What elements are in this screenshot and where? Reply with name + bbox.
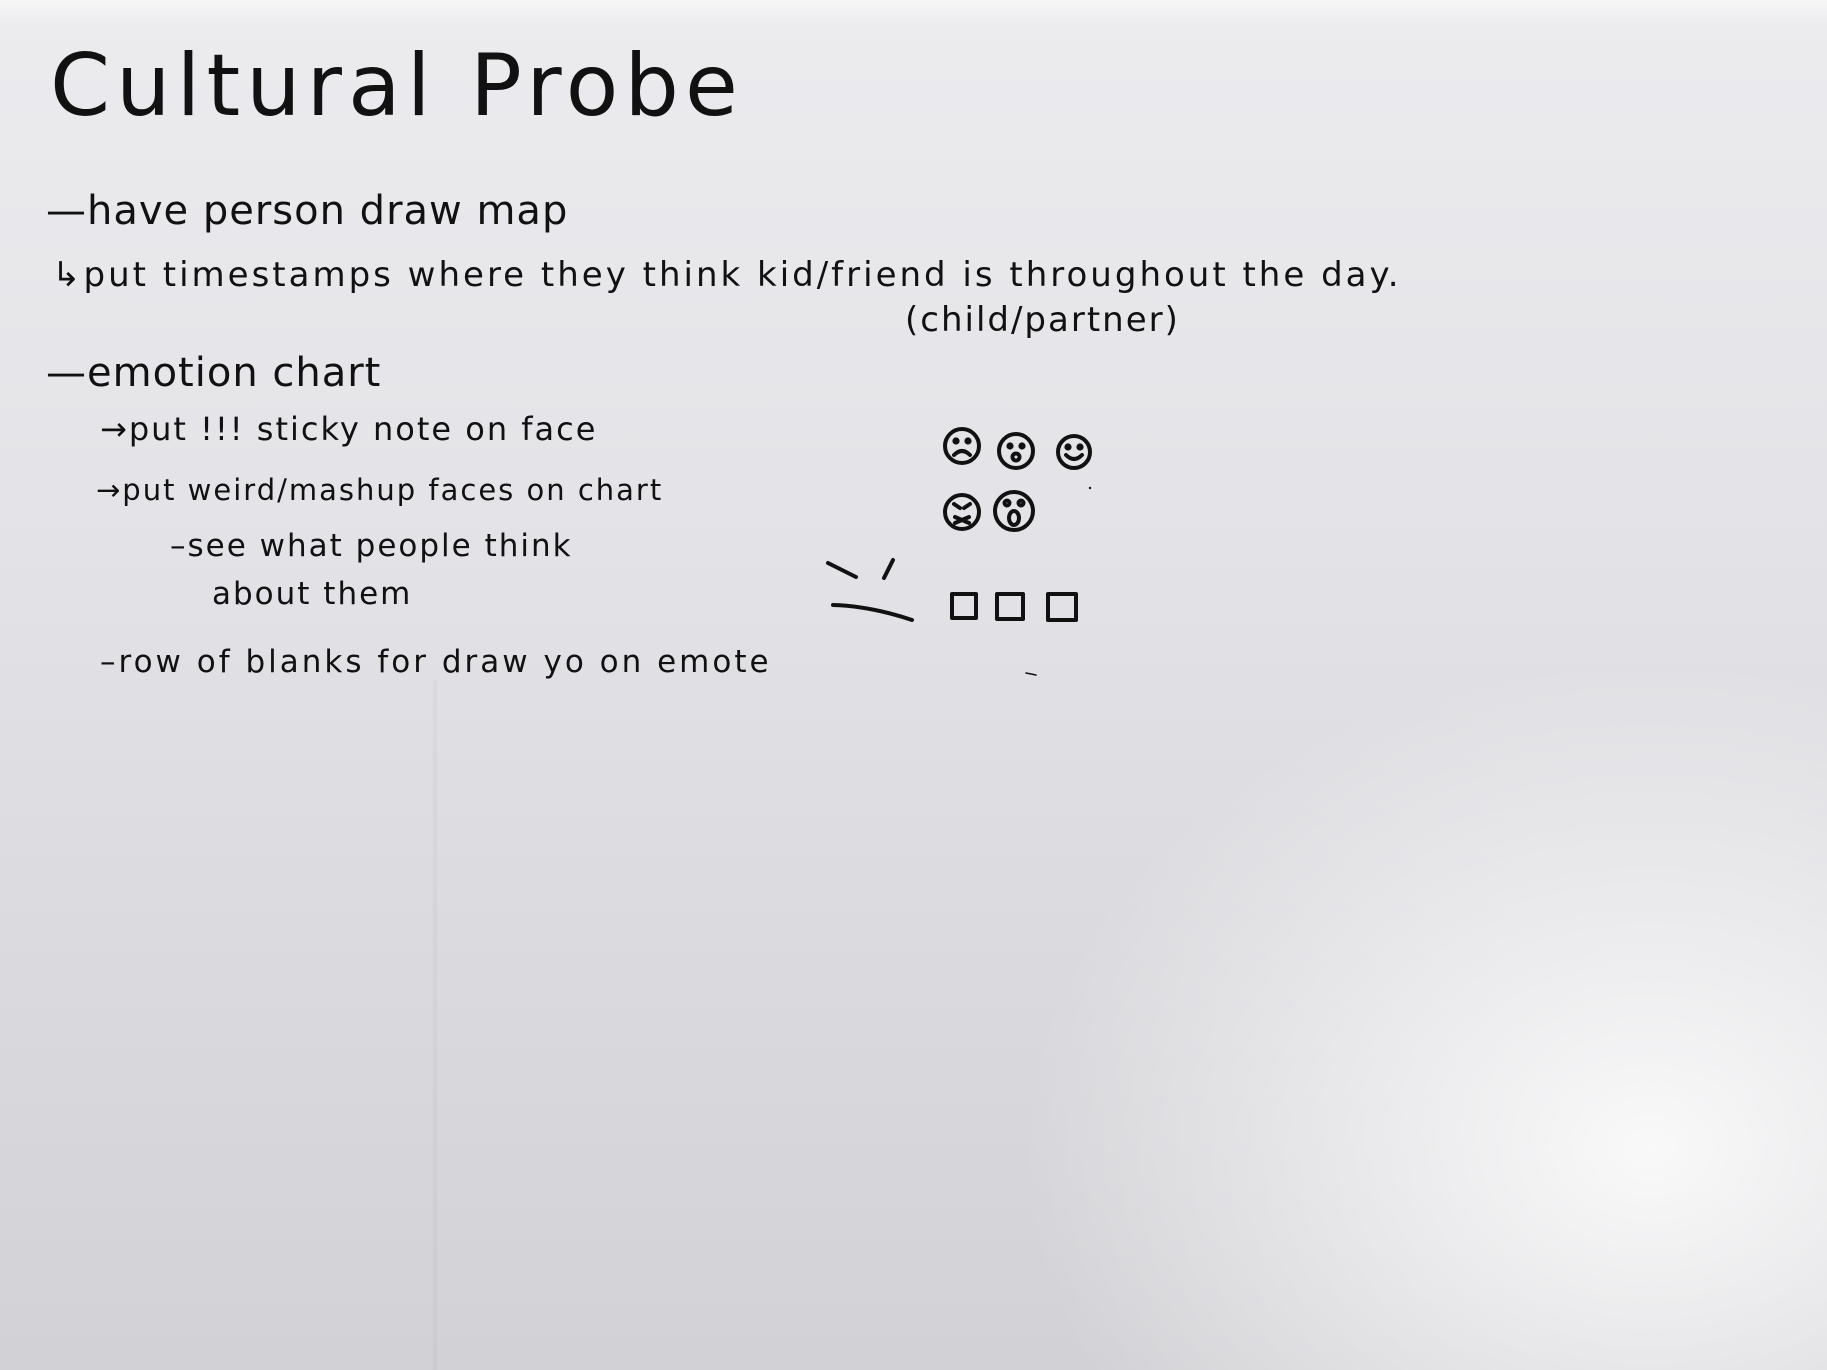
- sketch-layer: [826, 427, 1092, 676]
- sad-face-icon: [943, 427, 981, 465]
- angry-face-icon: [943, 493, 981, 531]
- blank-squares-row: [950, 592, 1078, 622]
- mashup-face-doodle: [826, 558, 914, 622]
- neutral-face-icon: [997, 432, 1035, 470]
- happy-face-icon: [1056, 434, 1092, 470]
- paper-sheet: Cultural Probe —have person draw map ↳pu…: [0, 0, 1827, 1370]
- surprised-face-icon: [993, 490, 1035, 532]
